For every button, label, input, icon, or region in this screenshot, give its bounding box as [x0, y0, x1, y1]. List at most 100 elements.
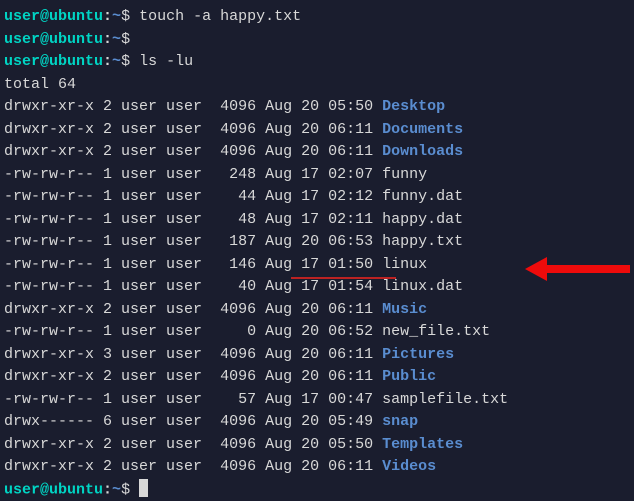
command-line: user@ubuntu:~$ ls -lu	[4, 51, 630, 74]
link-count: 6	[94, 413, 112, 430]
group: user	[157, 188, 202, 205]
link-count: 1	[94, 391, 112, 408]
permissions: -rw-rw-r--	[4, 256, 94, 273]
command-line: user@ubuntu:~$ touch -a happy.txt	[4, 6, 630, 29]
owner: user	[112, 413, 157, 430]
size: 4096	[202, 143, 256, 160]
owner: user	[112, 323, 157, 340]
size: 248	[202, 166, 256, 183]
permissions: drwxr-xr-x	[4, 98, 94, 115]
group: user	[157, 256, 202, 273]
link-count: 1	[94, 233, 112, 250]
filename: Documents	[373, 121, 463, 138]
owner: user	[112, 278, 157, 295]
group: user	[157, 166, 202, 183]
group: user	[157, 233, 202, 250]
cursor	[139, 479, 148, 497]
file-row: drwxr-xr-x 2 user user 4096 Aug 20 06:11…	[4, 456, 630, 479]
file-row: drwxr-xr-x 2 user user 4096 Aug 20 05:50…	[4, 434, 630, 457]
file-row: drwxr-xr-x 2 user user 4096 Aug 20 06:11…	[4, 366, 630, 389]
filename: Downloads	[373, 143, 463, 160]
link-count: 2	[94, 301, 112, 318]
date: Aug 20 06:11	[256, 346, 373, 363]
group: user	[157, 368, 202, 385]
permissions: -rw-rw-r--	[4, 211, 94, 228]
permissions: -rw-rw-r--	[4, 166, 94, 183]
owner: user	[112, 143, 157, 160]
size: 4096	[202, 413, 256, 430]
prompt-symbol: $	[121, 481, 130, 498]
filename: happy.dat	[373, 211, 463, 228]
filename: linux.dat	[373, 278, 463, 295]
prompt-symbol: $	[121, 31, 130, 48]
file-row: -rw-rw-r-- 1 user user 57 Aug 17 00:47 s…	[4, 389, 630, 412]
link-count: 2	[94, 121, 112, 138]
date: Aug 20 05:49	[256, 413, 373, 430]
size: 4096	[202, 436, 256, 453]
owner: user	[112, 233, 157, 250]
filename: Pictures	[373, 346, 454, 363]
date: Aug 17 02:07	[256, 166, 373, 183]
prompt-symbol: $	[121, 8, 130, 25]
permissions: -rw-rw-r--	[4, 391, 94, 408]
link-count: 1	[94, 323, 112, 340]
permissions: -rw-rw-r--	[4, 278, 94, 295]
filename: Music	[373, 301, 427, 318]
link-count: 1	[94, 256, 112, 273]
terminal-output[interactable]: user@ubuntu:~$ touch -a happy.txtuser@ub…	[4, 6, 630, 501]
permissions: drwxr-xr-x	[4, 121, 94, 138]
group: user	[157, 211, 202, 228]
annotation-arrow	[525, 257, 630, 290]
date: Aug 20 06:11	[256, 368, 373, 385]
size: 0	[202, 323, 256, 340]
date: Aug 20 06:52	[256, 323, 373, 340]
link-count: 2	[94, 368, 112, 385]
date: Aug 17 01:50	[256, 256, 373, 273]
command-line: user@ubuntu:~$	[4, 479, 630, 501]
size: 4096	[202, 346, 256, 363]
owner: user	[112, 458, 157, 475]
command-line: user@ubuntu:~$	[4, 29, 630, 52]
total-line: total 64	[4, 74, 630, 97]
permissions: drwxr-xr-x	[4, 301, 94, 318]
permissions: -rw-rw-r--	[4, 188, 94, 205]
file-row: -rw-rw-r-- 1 user user 0 Aug 20 06:52 ne…	[4, 321, 630, 344]
group: user	[157, 346, 202, 363]
filename: happy.txt	[373, 233, 463, 250]
date: Aug 20 06:11	[256, 301, 373, 318]
group: user	[157, 121, 202, 138]
size: 40	[202, 278, 256, 295]
date: Aug 17 02:12	[256, 188, 373, 205]
link-count: 1	[94, 166, 112, 183]
filename: Desktop	[373, 98, 445, 115]
date: Aug 20 05:50	[256, 98, 373, 115]
group: user	[157, 323, 202, 340]
file-row: -rw-rw-r-- 1 user user 44 Aug 17 02:12 f…	[4, 186, 630, 209]
file-row: drwxr-xr-x 3 user user 4096 Aug 20 06:11…	[4, 344, 630, 367]
prompt-user: user@ubuntu	[4, 481, 103, 498]
owner: user	[112, 301, 157, 318]
command-text: touch -a happy.txt	[130, 8, 301, 25]
permissions: drwxr-xr-x	[4, 346, 94, 363]
date: Aug 17 01:54	[256, 278, 373, 295]
filename: Templates	[373, 436, 463, 453]
filename: Public	[373, 368, 436, 385]
highlight-underline	[291, 277, 396, 279]
prompt-path: ~	[112, 8, 121, 25]
link-count: 2	[94, 98, 112, 115]
group: user	[157, 391, 202, 408]
date: Aug 17 00:47	[256, 391, 373, 408]
group: user	[157, 436, 202, 453]
prompt-separator: :	[103, 31, 112, 48]
permissions: drwxr-xr-x	[4, 436, 94, 453]
size: 4096	[202, 121, 256, 138]
link-count: 2	[94, 143, 112, 160]
command-text: ls -lu	[130, 53, 193, 70]
file-row: drwxr-xr-x 2 user user 4096 Aug 20 05:50…	[4, 96, 630, 119]
prompt-user: user@ubuntu	[4, 53, 103, 70]
filename: snap	[373, 413, 418, 430]
owner: user	[112, 211, 157, 228]
date: Aug 20 05:50	[256, 436, 373, 453]
file-row: drwxr-xr-x 2 user user 4096 Aug 20 06:11…	[4, 119, 630, 142]
prompt-user: user@ubuntu	[4, 8, 103, 25]
